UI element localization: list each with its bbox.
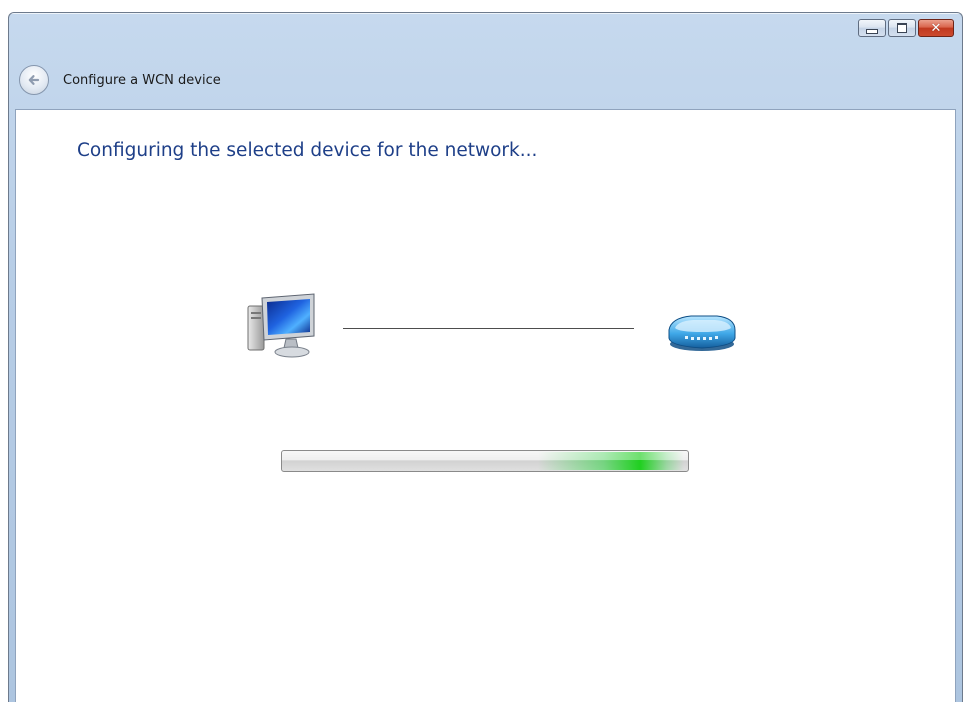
navigation-row: Configure a WCN device bbox=[19, 65, 221, 95]
minimize-icon bbox=[866, 28, 878, 34]
back-button[interactable] bbox=[19, 65, 49, 95]
progress-shine bbox=[282, 451, 688, 460]
window-title: Configure a WCN device bbox=[63, 72, 221, 88]
minimize-button[interactable] bbox=[858, 19, 886, 37]
maximize-icon bbox=[897, 23, 907, 33]
computer-icon bbox=[247, 293, 315, 358]
caption-buttons: ✕ bbox=[858, 19, 954, 37]
close-button[interactable]: ✕ bbox=[918, 19, 954, 37]
progress-bar bbox=[281, 450, 689, 472]
back-arrow-icon bbox=[28, 75, 40, 85]
wizard-window: ✕ Configure a WCN device Configuring the… bbox=[8, 12, 963, 702]
close-icon: ✕ bbox=[930, 20, 942, 36]
maximize-button[interactable] bbox=[888, 19, 916, 37]
page-heading: Configuring the selected device for the … bbox=[77, 140, 538, 161]
wizard-content: Configuring the selected device for the … bbox=[15, 109, 956, 702]
connection-line bbox=[343, 328, 634, 329]
router-icon bbox=[668, 315, 736, 351]
